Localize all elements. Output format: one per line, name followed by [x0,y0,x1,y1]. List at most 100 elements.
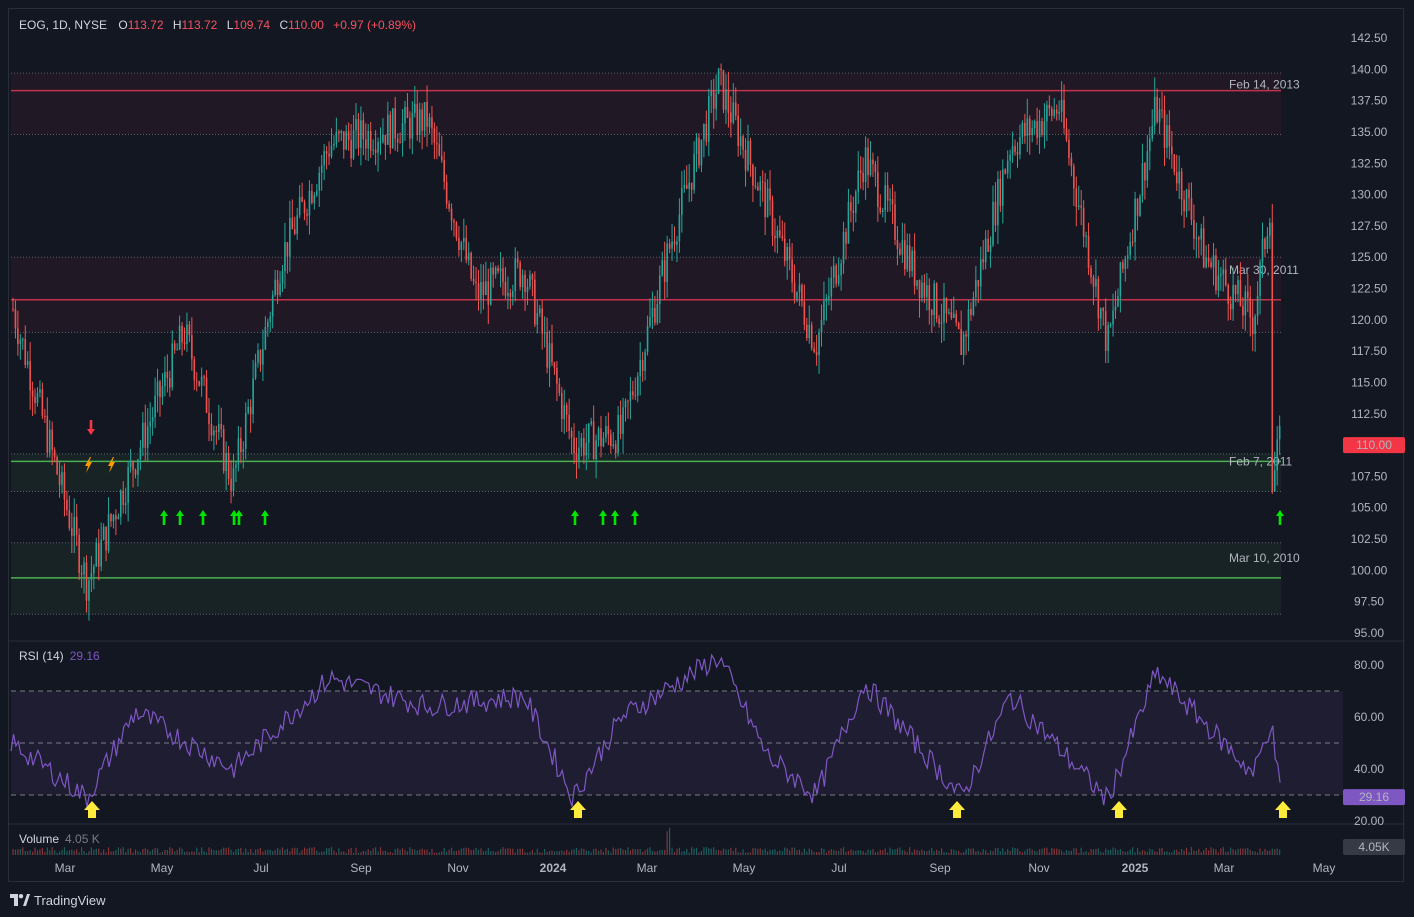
buy-signal-arrow-icon-shape [1276,510,1284,525]
candle-body [1004,169,1007,174]
candle-body [1178,171,1180,184]
candle [120,489,122,525]
candle-body [798,284,801,292]
volume-bar [850,849,852,855]
volume-bar [1178,851,1180,855]
candle-body [999,178,1002,206]
candle-body [1217,275,1220,291]
candle-body [193,359,196,381]
volume-bar [666,831,668,855]
candle-body [519,262,521,288]
candle [112,513,115,529]
rsi-axis-tick: 20.00 [1354,814,1384,828]
candle-body [935,283,938,319]
candle [445,174,448,209]
candle-body [438,144,441,156]
candle-body [291,217,294,230]
volume-bar [379,847,382,855]
candle [722,69,725,114]
candle-body [663,260,666,282]
candle [1254,313,1256,352]
rsi-oversold-arrow-icon [1275,801,1291,818]
price-axis-tick: 127.50 [1351,219,1388,233]
candle-body [570,431,573,438]
volume-bar [1220,848,1222,855]
candle-body [1073,166,1075,189]
candle [1175,154,1178,191]
candle [847,188,850,244]
volume-bar [948,852,950,855]
volume-bar [27,851,29,855]
volume-bar [1073,848,1075,855]
candle-body [122,490,125,506]
price-axis-tick: 120.00 [1351,313,1388,327]
candle [1075,176,1078,227]
chart-frame[interactable]: Feb 14, 2013 Mar 30, 2011 Feb 7, 2011 Mar 1… [8,8,1405,883]
candle-body [820,320,823,333]
volume-bar [210,848,213,855]
candle [26,351,29,369]
volume-bar [19,848,21,855]
candle [218,404,220,440]
candle [1188,182,1190,211]
candle-body [754,185,757,187]
volume-bar [906,852,908,855]
volume-legend[interactable]: Volume 4.05 K [19,832,100,846]
volume-bar [695,847,698,855]
candle-body [463,237,465,243]
volume-bar [367,849,369,855]
candle [671,223,673,261]
rsi-legend[interactable]: RSI (14) 29.16 [19,649,100,663]
candle [301,182,303,203]
candle [396,133,399,152]
candle [766,179,769,218]
candle [717,67,720,95]
candle-body [788,246,791,260]
time-axis-label: Mar [55,861,76,875]
volume-bar [394,849,396,855]
volume-bar [196,847,198,855]
volume-bar [595,848,597,855]
candle [318,166,321,207]
candle [262,329,264,382]
volume-bar [1127,851,1129,855]
candle-body [105,526,107,551]
candle [1173,154,1176,176]
volume-bar [490,851,492,855]
candle [779,215,781,239]
candle [661,251,664,277]
candle [908,233,911,278]
volume-bar [911,852,913,855]
tradingview-brand[interactable]: TradingView [34,893,106,908]
candle [563,389,566,434]
volume-bar [612,847,614,855]
candle-body [1109,324,1112,326]
volume-bar [330,847,333,855]
candle-body [747,140,749,171]
chart-canvas[interactable]: Feb 14, 2013 Mar 30, 2011 Feb 7, 2011 Mar 1… [9,9,1405,883]
candle [561,387,563,432]
volume-bar [473,849,475,855]
candle-body [945,297,948,314]
candle-body [649,317,651,326]
volume-bar [446,851,448,855]
candle-body [553,362,556,368]
candle-body [440,155,443,161]
candle [208,397,210,442]
candle-body [629,391,632,402]
volume-bar [651,851,654,855]
candle-body [1198,237,1200,240]
candle [117,513,120,520]
candle [110,513,112,527]
footer[interactable]: TradingView [10,891,106,909]
volume-bar [419,849,421,855]
price-axis-tick: 105.00 [1351,501,1388,515]
candle-body [1242,306,1244,316]
candle-body [556,367,558,384]
candle-body [181,325,183,343]
candle [244,402,247,460]
candle-body [1212,255,1215,268]
candle-body [1024,122,1026,136]
candle [156,368,159,413]
symbol-title[interactable]: EOG, 1D, NYSE [19,18,107,32]
